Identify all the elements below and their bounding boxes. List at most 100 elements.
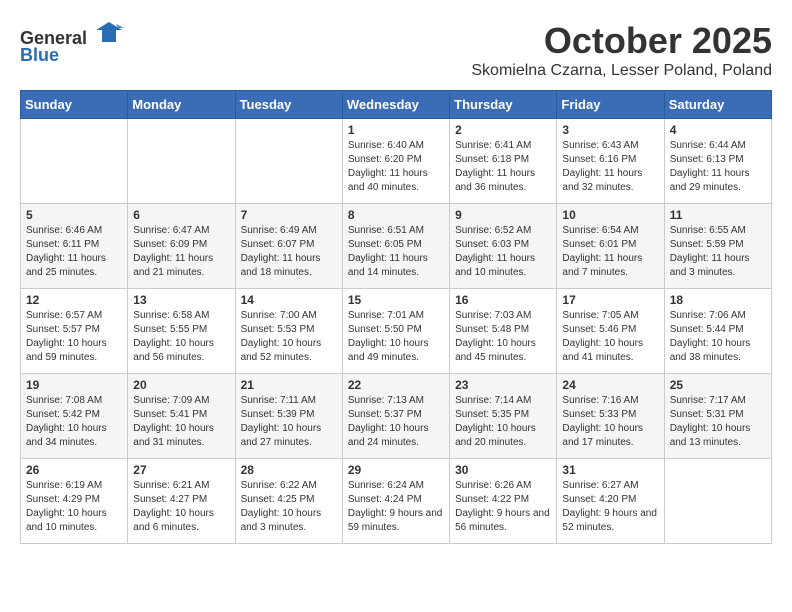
logo-bird-icon <box>94 20 124 44</box>
day-info: Sunrise: 6:19 AM Sunset: 4:29 PM Dayligh… <box>26 479 122 535</box>
day-info: Sunrise: 7:11 AM Sunset: 5:39 PM Dayligh… <box>241 394 337 450</box>
day-number: 11 <box>670 208 766 222</box>
calendar-cell: 12 Sunrise: 6:57 AM Sunset: 5:57 PM Dayli… <box>21 289 128 374</box>
day-number: 15 <box>348 293 444 307</box>
calendar-cell: 20 Sunrise: 7:09 AM Sunset: 5:41 PM Dayli… <box>128 374 235 459</box>
day-info: Sunrise: 7:06 AM Sunset: 5:44 PM Dayligh… <box>670 309 766 365</box>
calendar-cell: 30 Sunrise: 6:26 AM Sunset: 4:22 PM Dayli… <box>450 459 557 544</box>
calendar-cell: 19 Sunrise: 7:08 AM Sunset: 5:42 PM Dayli… <box>21 374 128 459</box>
calendar-cell: 31 Sunrise: 6:27 AM Sunset: 4:20 PM Dayli… <box>557 459 664 544</box>
day-info: Sunrise: 6:21 AM Sunset: 4:27 PM Dayligh… <box>133 479 229 535</box>
weekday-header-sunday: Sunday <box>21 91 128 119</box>
day-number: 12 <box>26 293 122 307</box>
day-info: Sunrise: 6:52 AM Sunset: 6:03 PM Dayligh… <box>455 224 551 280</box>
weekday-header-wednesday: Wednesday <box>342 91 449 119</box>
weekday-header-monday: Monday <box>128 91 235 119</box>
month-title: October 2025 <box>471 20 772 62</box>
calendar-cell: 8 Sunrise: 6:51 AM Sunset: 6:05 PM Daylig… <box>342 204 449 289</box>
calendar-cell: 5Sunrise: 6:46 AM Sunset: 6:11 PM Daylig… <box>21 204 128 289</box>
day-info: Sunrise: 6:24 AM Sunset: 4:24 PM Dayligh… <box>348 479 444 535</box>
title-area: October 2025 Skomielna Czarna, Lesser Po… <box>471 20 772 80</box>
calendar-cell: 3Sunrise: 6:43 AM Sunset: 6:16 PM Daylig… <box>557 119 664 204</box>
day-number: 18 <box>670 293 766 307</box>
day-info: Sunrise: 6:55 AM Sunset: 5:59 PM Dayligh… <box>670 224 766 280</box>
day-number: 10 <box>562 208 658 222</box>
calendar-cell: 2Sunrise: 6:41 AM Sunset: 6:18 PM Daylig… <box>450 119 557 204</box>
weekday-header-thursday: Thursday <box>450 91 557 119</box>
day-info: Sunrise: 6:44 AM Sunset: 6:13 PM Dayligh… <box>670 139 766 195</box>
day-info: Sunrise: 7:09 AM Sunset: 5:41 PM Dayligh… <box>133 394 229 450</box>
calendar-cell: 22 Sunrise: 7:13 AM Sunset: 5:37 PM Dayli… <box>342 374 449 459</box>
calendar-week-row: 1 Sunrise: 6:40 AM Sunset: 6:20 PM Daylig… <box>21 119 772 204</box>
calendar-cell: 4 Sunrise: 6:44 AM Sunset: 6:13 PM Daylig… <box>664 119 771 204</box>
day-info: Sunrise: 6:47 AM Sunset: 6:09 PM Dayligh… <box>133 224 229 280</box>
day-info: Sunrise: 7:14 AM Sunset: 5:35 PM Dayligh… <box>455 394 551 450</box>
day-number: 14 <box>241 293 337 307</box>
day-number: 28 <box>241 463 337 477</box>
day-info: Sunrise: 6:51 AM Sunset: 6:05 PM Dayligh… <box>348 224 444 280</box>
calendar-cell <box>235 119 342 204</box>
calendar-cell: 15 Sunrise: 7:01 AM Sunset: 5:50 PM Dayli… <box>342 289 449 374</box>
calendar-cell: 24 Sunrise: 7:16 AM Sunset: 5:33 PM Dayli… <box>557 374 664 459</box>
calendar-cell: 7Sunrise: 6:49 AM Sunset: 6:07 PM Daylig… <box>235 204 342 289</box>
calendar-cell: 17Sunrise: 7:05 AM Sunset: 5:46 PM Dayli… <box>557 289 664 374</box>
calendar-cell: 16 Sunrise: 7:03 AM Sunset: 5:48 PM Dayli… <box>450 289 557 374</box>
day-number: 4 <box>670 123 766 137</box>
calendar-week-row: 26 Sunrise: 6:19 AM Sunset: 4:29 PM Dayli… <box>21 459 772 544</box>
calendar-cell: 6 Sunrise: 6:47 AM Sunset: 6:09 PM Daylig… <box>128 204 235 289</box>
day-number: 8 <box>348 208 444 222</box>
day-number: 25 <box>670 378 766 392</box>
day-number: 31 <box>562 463 658 477</box>
day-number: 5 <box>26 208 122 222</box>
day-number: 13 <box>133 293 229 307</box>
calendar-cell: 14Sunrise: 7:00 AM Sunset: 5:53 PM Dayli… <box>235 289 342 374</box>
day-info: Sunrise: 7:16 AM Sunset: 5:33 PM Dayligh… <box>562 394 658 450</box>
day-number: 21 <box>241 378 337 392</box>
calendar-cell: 13 Sunrise: 6:58 AM Sunset: 5:55 PM Dayli… <box>128 289 235 374</box>
day-info: Sunrise: 6:43 AM Sunset: 6:16 PM Dayligh… <box>562 139 658 195</box>
day-number: 29 <box>348 463 444 477</box>
day-info: Sunrise: 6:27 AM Sunset: 4:20 PM Dayligh… <box>562 479 658 535</box>
calendar-cell: 28Sunrise: 6:22 AM Sunset: 4:25 PM Dayli… <box>235 459 342 544</box>
day-number: 23 <box>455 378 551 392</box>
day-info: Sunrise: 7:03 AM Sunset: 5:48 PM Dayligh… <box>455 309 551 365</box>
day-number: 24 <box>562 378 658 392</box>
day-number: 7 <box>241 208 337 222</box>
day-info: Sunrise: 6:26 AM Sunset: 4:22 PM Dayligh… <box>455 479 551 535</box>
day-info: Sunrise: 7:05 AM Sunset: 5:46 PM Dayligh… <box>562 309 658 365</box>
day-info: Sunrise: 6:40 AM Sunset: 6:20 PM Dayligh… <box>348 139 444 195</box>
day-number: 26 <box>26 463 122 477</box>
calendar-cell: 29 Sunrise: 6:24 AM Sunset: 4:24 PM Dayli… <box>342 459 449 544</box>
day-number: 22 <box>348 378 444 392</box>
calendar-cell <box>664 459 771 544</box>
weekday-header-tuesday: Tuesday <box>235 91 342 119</box>
calendar-week-row: 12 Sunrise: 6:57 AM Sunset: 5:57 PM Dayli… <box>21 289 772 374</box>
day-number: 27 <box>133 463 229 477</box>
logo-text: General Blue <box>20 20 124 66</box>
calendar-week-row: 19 Sunrise: 7:08 AM Sunset: 5:42 PM Dayli… <box>21 374 772 459</box>
calendar-cell: 11 Sunrise: 6:55 AM Sunset: 5:59 PM Dayli… <box>664 204 771 289</box>
calendar-cell: 18 Sunrise: 7:06 AM Sunset: 5:44 PM Dayli… <box>664 289 771 374</box>
header: General Blue October 2025 Skomielna Czar… <box>20 20 772 80</box>
day-info: Sunrise: 6:54 AM Sunset: 6:01 PM Dayligh… <box>562 224 658 280</box>
calendar-cell: 26 Sunrise: 6:19 AM Sunset: 4:29 PM Dayli… <box>21 459 128 544</box>
day-info: Sunrise: 6:58 AM Sunset: 5:55 PM Dayligh… <box>133 309 229 365</box>
day-info: Sunrise: 6:57 AM Sunset: 5:57 PM Dayligh… <box>26 309 122 365</box>
calendar-cell: 1 Sunrise: 6:40 AM Sunset: 6:20 PM Daylig… <box>342 119 449 204</box>
day-number: 16 <box>455 293 551 307</box>
day-number: 6 <box>133 208 229 222</box>
day-number: 20 <box>133 378 229 392</box>
calendar-week-row: 5Sunrise: 6:46 AM Sunset: 6:11 PM Daylig… <box>21 204 772 289</box>
day-number: 2 <box>455 123 551 137</box>
calendar-table: SundayMondayTuesdayWednesdayThursdayFrid… <box>20 90 772 544</box>
calendar-cell: 9Sunrise: 6:52 AM Sunset: 6:03 PM Daylig… <box>450 204 557 289</box>
day-number: 1 <box>348 123 444 137</box>
day-info: Sunrise: 7:08 AM Sunset: 5:42 PM Dayligh… <box>26 394 122 450</box>
day-number: 19 <box>26 378 122 392</box>
day-info: Sunrise: 7:01 AM Sunset: 5:50 PM Dayligh… <box>348 309 444 365</box>
day-number: 30 <box>455 463 551 477</box>
logo-blue-text: Blue <box>20 45 124 66</box>
calendar-cell: 10 Sunrise: 6:54 AM Sunset: 6:01 PM Dayli… <box>557 204 664 289</box>
day-info: Sunrise: 7:13 AM Sunset: 5:37 PM Dayligh… <box>348 394 444 450</box>
location-title: Skomielna Czarna, Lesser Poland, Poland <box>471 62 772 80</box>
